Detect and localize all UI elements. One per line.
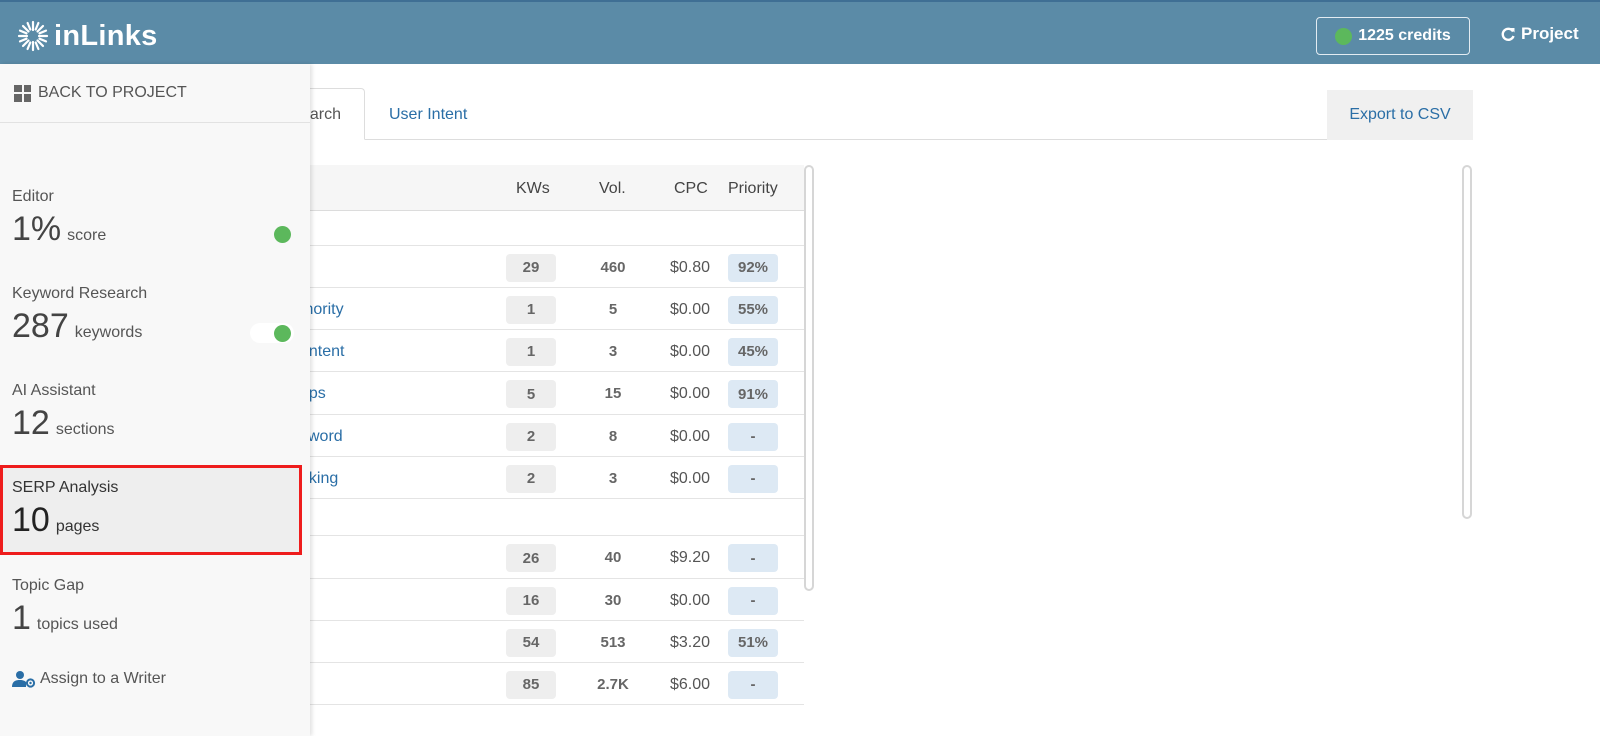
serp-pages-unit: pages: [55, 518, 100, 535]
sidebar-item-label: Keyword Research: [12, 285, 148, 302]
volume-value: 3: [608, 342, 618, 360]
keyword-count-unit: keywords: [74, 324, 143, 341]
refresh-icon: [1501, 27, 1515, 41]
kws-count-badge: 26: [506, 544, 556, 572]
sidebar-item-label: Topic Gap: [12, 577, 85, 594]
green-dot-icon: [1335, 27, 1353, 45]
sidebar-item-topic-gap[interactable]: Topic Gap 1 topics used: [0, 577, 304, 669]
priority-badge: 55%: [728, 295, 778, 324]
sidebar-divider: [0, 122, 310, 123]
sidebar-item-value: 12 sections: [12, 404, 115, 443]
sidebar-item-keyword-research[interactable]: Keyword Research 287 keywords: [0, 285, 304, 377]
priority-badge: -: [728, 544, 778, 572]
column-header-kws[interactable]: KWs: [516, 180, 550, 198]
priority-badge: -: [728, 422, 778, 451]
kws-count-badge: 2: [506, 422, 556, 451]
app-logo[interactable]: inLinks: [16, 20, 158, 52]
export-csv-button[interactable]: Export to CSV: [1327, 90, 1473, 140]
cpc-value: $0.80: [669, 258, 711, 276]
kws-count-badge: 2: [506, 464, 556, 493]
priority-badge: 45%: [728, 337, 778, 366]
cpc-value: $0.00: [669, 385, 711, 402]
cpc-value: $3.20: [669, 633, 711, 651]
priority-badge: -: [728, 464, 778, 493]
user-gear-icon: [12, 671, 36, 688]
cpc-value: $0.00: [669, 300, 711, 318]
volume-value: 40: [604, 549, 622, 566]
assign-to-writer-label: Assign to a Writer: [40, 670, 166, 687]
sidebar-item-serp-analysis[interactable]: SERP Analysis 10 pages: [0, 479, 304, 571]
cpc-value: $0.00: [669, 342, 711, 360]
volume-value: 3: [608, 469, 618, 487]
editor-score-unit: score: [67, 227, 107, 244]
kws-count-badge: 5: [506, 380, 556, 408]
volume-value: 513: [600, 633, 626, 651]
status-dot-icon: [274, 226, 291, 243]
topics-number: 1: [12, 599, 31, 637]
sidebar-item-value: 10 pages: [12, 501, 99, 540]
volume-value: 8: [608, 427, 618, 445]
table-scrollbar[interactable]: [804, 165, 814, 591]
tab-user-intent[interactable]: User Intent: [389, 106, 467, 124]
cpc-value: $0.00: [669, 469, 711, 487]
priority-badge: -: [728, 670, 778, 699]
column-header-volume[interactable]: Vol.: [599, 180, 626, 198]
priority-badge: 91%: [728, 380, 778, 408]
sidebar-item-label: Editor: [12, 188, 54, 205]
sidebar-item-label: SERP Analysis: [12, 479, 119, 496]
credits-label: 1225 credits: [1358, 27, 1451, 44]
kws-count-badge: 1: [506, 295, 556, 324]
sidebar-item-value: 1 topics used: [12, 599, 118, 638]
cpc-value: $6.00: [669, 675, 711, 693]
sidebar-item-value: 287 keywords: [12, 307, 142, 346]
kws-count-badge: 54: [506, 628, 556, 657]
assign-to-writer-link[interactable]: Assign to a Writer: [12, 670, 166, 688]
kws-count-badge: 1: [506, 337, 556, 366]
cpc-value: $0.00: [669, 427, 711, 445]
volume-value: 5: [608, 300, 618, 318]
project-button[interactable]: Project: [1500, 24, 1579, 44]
keyword-count-number: 287: [12, 307, 69, 345]
credits-button[interactable]: 1225 credits: [1316, 17, 1470, 55]
sidebar-item-label: AI Assistant: [12, 382, 96, 399]
logo-text: inLinks: [54, 19, 158, 52]
ai-sections-unit: sections: [55, 421, 115, 438]
volume-value: 460: [600, 258, 626, 276]
grid-icon: [14, 84, 31, 102]
priority-badge: 51%: [728, 628, 778, 657]
priority-badge: 92%: [728, 253, 778, 282]
serp-pages-number: 10: [12, 501, 50, 539]
ai-sections-number: 12: [12, 404, 50, 442]
sidebar-item-ai-assistant[interactable]: AI Assistant 12 sections: [0, 382, 304, 474]
column-header-priority[interactable]: Priority: [728, 180, 778, 198]
kws-count-badge: 85: [506, 670, 556, 699]
sidebar-item-editor[interactable]: Editor 1% score: [0, 188, 304, 280]
sunburst-icon: [17, 20, 49, 52]
table-row: [300, 210, 804, 246]
tabs-divider: [300, 139, 1472, 140]
cpc-value: $9.20: [669, 549, 711, 566]
cpc-value: $0.00: [669, 591, 711, 609]
kws-count-badge: 29: [506, 253, 556, 282]
table-row: [300, 500, 804, 536]
back-to-project-link[interactable]: BACK TO PROJECT: [14, 84, 187, 102]
editor-score-number: 1%: [12, 210, 62, 248]
sidebar-item-value: 1% score: [12, 210, 106, 249]
priority-badge: -: [728, 586, 778, 615]
panel-scrollbar[interactable]: [1462, 165, 1472, 519]
back-to-project-label: BACK TO PROJECT: [38, 84, 187, 101]
volume-value: 2.7K: [597, 675, 629, 693]
kws-count-badge: 16: [506, 586, 556, 615]
column-header-cpc[interactable]: CPC: [674, 180, 708, 198]
top-bar: inLinks 1225 credits Project: [0, 0, 1600, 64]
sidebar: BACK TO PROJECT Editor 1% score Keyword …: [0, 64, 310, 736]
project-label: Project: [1521, 24, 1579, 43]
status-dot-icon: [274, 325, 291, 342]
topics-unit: topics used: [36, 616, 118, 633]
volume-value: 15: [604, 385, 622, 402]
volume-value: 30: [604, 591, 622, 609]
